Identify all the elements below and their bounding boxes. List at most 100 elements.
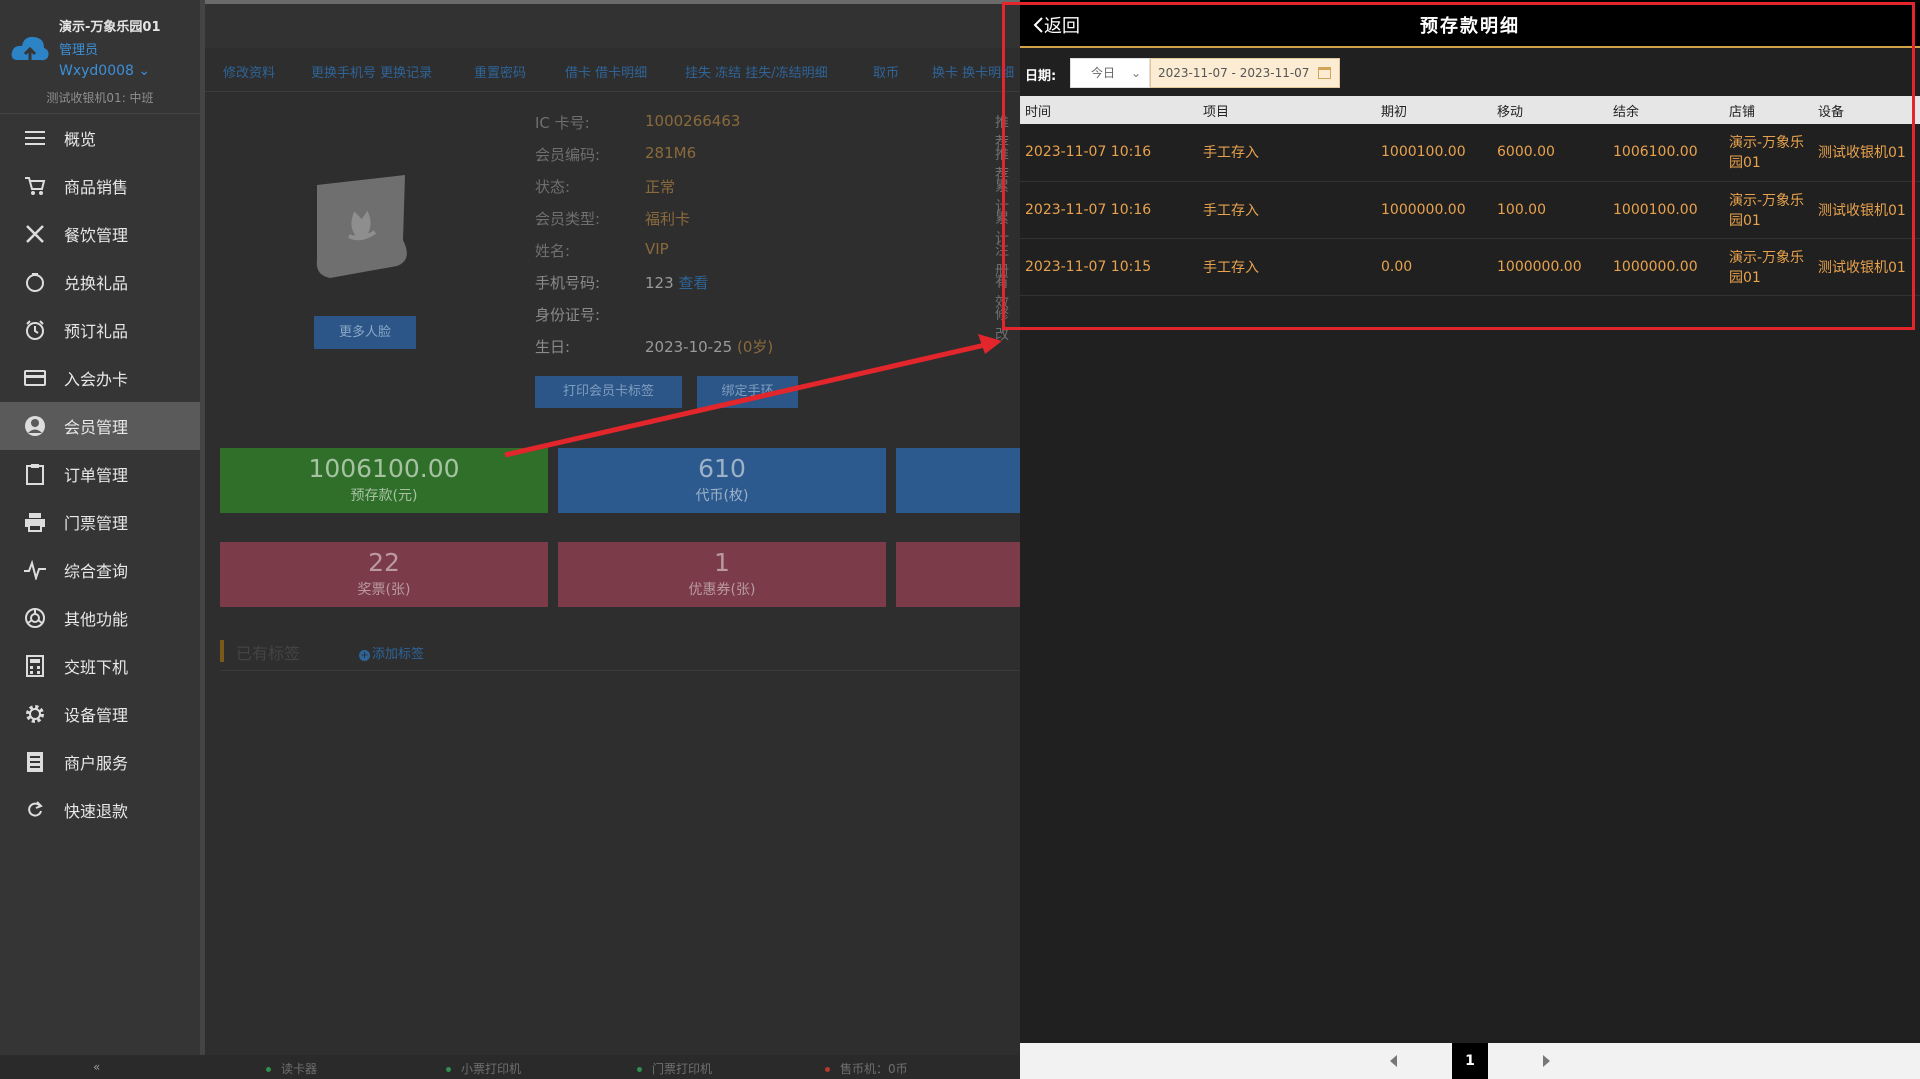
stat-coupons[interactable]: 1 优惠券(张) bbox=[558, 542, 886, 607]
tab-loss-freeze[interactable]: 挂失 冻结 挂失/冻结明细 bbox=[685, 62, 828, 81]
pagination: 1 bbox=[1020, 1043, 1920, 1079]
tab-reset-password[interactable]: 重置密码 bbox=[474, 62, 526, 81]
date-range-input[interactable]: 2023-11-07 - 2023-11-07 bbox=[1150, 58, 1340, 88]
column-header-time: 时间 bbox=[1020, 96, 1198, 124]
sidebar-item-orders[interactable]: 订单管理 bbox=[0, 450, 200, 498]
user-account-dropdown[interactable]: Wxyd0008 ⌄ bbox=[59, 63, 150, 79]
table-row: 2023-11-07 10:16 手工存入 1000100.00 6000.00… bbox=[1020, 124, 1920, 182]
cell-store: 演示-万象乐园01 bbox=[1724, 181, 1813, 239]
sidebar-item-label: 商品销售 bbox=[64, 178, 129, 197]
aperture-icon bbox=[22, 606, 48, 630]
ic-card-value: 1000266463 bbox=[645, 112, 741, 130]
sidebar-item-other[interactable]: 其他功能 bbox=[0, 594, 200, 642]
cashier-shift: 测试收银机01: 中班 bbox=[46, 91, 154, 105]
cell-change: 6000.00 bbox=[1492, 124, 1608, 182]
panel-header: 返回 预存款明细 bbox=[1020, 0, 1920, 48]
stat-card-cut[interactable] bbox=[896, 448, 1020, 513]
existing-tags-title: 已有标签 bbox=[220, 640, 300, 663]
status-bar: « 读卡器 小票打印机 门票打印机 售币机：0币 bbox=[0, 1055, 1020, 1079]
column-header-opening: 期初 bbox=[1376, 96, 1492, 124]
sidebar-item-query[interactable]: 综合查询 bbox=[0, 546, 200, 594]
sidebar-item-merchant[interactable]: 商户服务 bbox=[0, 738, 200, 786]
status-label: 状态: bbox=[535, 178, 571, 196]
sidebar-item-member-management[interactable]: 会员管理 bbox=[0, 402, 200, 450]
page-number-current[interactable]: 1 bbox=[1452, 1043, 1488, 1079]
add-tag-link[interactable]: + 添加标签 bbox=[359, 643, 424, 662]
sidebar-item-reserve-gifts[interactable]: 预订礼品 bbox=[0, 306, 200, 354]
age-value: (0岁) bbox=[736, 338, 774, 356]
column-header-change: 移动 bbox=[1492, 96, 1608, 124]
cell-opening: 1000100.00 bbox=[1376, 124, 1492, 182]
birthday-label: 生日: bbox=[535, 338, 571, 356]
refresh-icon bbox=[22, 798, 48, 822]
stat-prepaid-balance[interactable]: 1006100.00 预存款(元) bbox=[220, 448, 548, 513]
phone-value: 123 查看 bbox=[645, 274, 709, 292]
sidebar-item-quick-refund[interactable]: 快速退款 bbox=[0, 786, 200, 834]
sidebar-item-label: 快速退款 bbox=[64, 802, 129, 821]
stat-tokens[interactable]: 610 代币(枚) bbox=[558, 448, 886, 513]
cell-balance: 1000000.00 bbox=[1608, 238, 1724, 296]
date-preset-select[interactable]: 今日 ⌄ bbox=[1070, 58, 1150, 88]
sidebar-item-label: 商户服务 bbox=[64, 754, 129, 773]
sidebar-item-membership-card[interactable]: 入会办卡 bbox=[0, 354, 200, 402]
tab-borrow-card[interactable]: 借卡 借卡明细 bbox=[565, 62, 647, 81]
utensils-icon bbox=[22, 222, 48, 246]
clipboard-icon bbox=[22, 462, 48, 486]
tab-change-card[interactable]: 换卡 换卡明细 bbox=[932, 62, 1014, 81]
sidebar-item-label: 其他功能 bbox=[64, 610, 129, 629]
bind-wristband-button[interactable]: 绑定手环 bbox=[697, 376, 798, 408]
date-label: 日期: bbox=[1025, 69, 1057, 84]
sidebar-item-devices[interactable]: 设备管理 bbox=[0, 690, 200, 738]
status-coin-machine: 售币机：0币 bbox=[825, 1060, 908, 1077]
sidebar-item-label: 会员管理 bbox=[64, 418, 129, 437]
stat-card-cut[interactable] bbox=[896, 542, 1020, 607]
tab-take-coins[interactable]: 取币 bbox=[873, 62, 899, 81]
tab-edit-profile[interactable]: 修改资料 bbox=[223, 62, 275, 81]
sidebar-item-redeem-gifts[interactable]: 兑换礼品 bbox=[0, 258, 200, 306]
list-icon bbox=[22, 750, 48, 774]
member-action-tabs: 修改资料 更换手机号 更换记录 重置密码 借卡 借卡明细 挂失 冻结 挂失/冻结… bbox=[205, 48, 1020, 92]
sidebar-menu: 概览 商品销售 餐饮管理 兑换礼品 预订礼品 入会办卡 会员管理 订单管理 门票… bbox=[0, 114, 200, 834]
column-header-store: 店铺 bbox=[1724, 96, 1813, 124]
app-window: 演示-万象乐园01 管理员 Wxyd0008 ⌄ 测试收银机01: 中班 概览 … bbox=[0, 0, 1920, 1079]
birthday-value: 2023-10-25 (0岁) bbox=[645, 338, 774, 356]
status-error-icon bbox=[825, 1067, 830, 1072]
cell-change: 100.00 bbox=[1492, 181, 1608, 239]
status-ok-icon bbox=[446, 1067, 451, 1072]
cell-opening: 0.00 bbox=[1376, 238, 1492, 296]
cell-item: 手工存入 bbox=[1198, 238, 1376, 296]
user-icon bbox=[22, 414, 48, 438]
user-role: 管理员 bbox=[59, 43, 99, 58]
prepaid-detail-table: 时间 项目 期初 移动 结余 店铺 设备 2023-11-07 10:16 手工… bbox=[1020, 96, 1920, 296]
sidebar-item-label: 入会办卡 bbox=[64, 370, 129, 389]
view-phone-link[interactable]: 查看 bbox=[678, 274, 708, 292]
sidebar-item-label: 设备管理 bbox=[64, 706, 129, 725]
member-type-label: 会员类型: bbox=[535, 210, 601, 228]
id-number-label: 身份证号: bbox=[535, 306, 601, 324]
tab-change-phone[interactable]: 更换手机号 更换记录 bbox=[311, 62, 432, 81]
sidebar-item-overview[interactable]: 概览 bbox=[0, 114, 200, 162]
cell-item: 手工存入 bbox=[1198, 124, 1376, 182]
sidebar-item-sales[interactable]: 商品销售 bbox=[0, 162, 200, 210]
card-icon bbox=[22, 366, 48, 390]
cell-opening: 1000000.00 bbox=[1376, 181, 1492, 239]
sidebar-item-catering[interactable]: 餐饮管理 bbox=[0, 210, 200, 258]
cell-store: 演示-万象乐园01 bbox=[1724, 124, 1813, 182]
previous-page-icon[interactable] bbox=[1390, 1055, 1397, 1067]
table-row: 2023-11-07 10:16 手工存入 1000000.00 100.00 … bbox=[1020, 181, 1920, 239]
ic-card-label: IC 卡号: bbox=[535, 114, 590, 132]
collapse-sidebar-button[interactable]: « bbox=[93, 1060, 100, 1074]
column-header-item: 项目 bbox=[1198, 96, 1376, 124]
stat-reward-tickets[interactable]: 22 奖票(张) bbox=[220, 542, 548, 607]
menu-icon bbox=[22, 126, 48, 150]
sidebar-item-label: 预订礼品 bbox=[64, 322, 129, 341]
cell-time: 2023-11-07 10:16 bbox=[1020, 124, 1198, 182]
next-page-icon[interactable] bbox=[1543, 1055, 1550, 1067]
name-label: 姓名: bbox=[535, 242, 571, 260]
sidebar-item-shift-handover[interactable]: 交班下机 bbox=[0, 642, 200, 690]
sidebar-item-tickets[interactable]: 门票管理 bbox=[0, 498, 200, 546]
status-ok-icon bbox=[637, 1067, 642, 1072]
print-member-card-label-button[interactable]: 打印会员卡标签 bbox=[535, 376, 682, 408]
more-faces-button[interactable]: 更多人脸 bbox=[314, 316, 416, 349]
status-ok-icon bbox=[266, 1067, 271, 1072]
